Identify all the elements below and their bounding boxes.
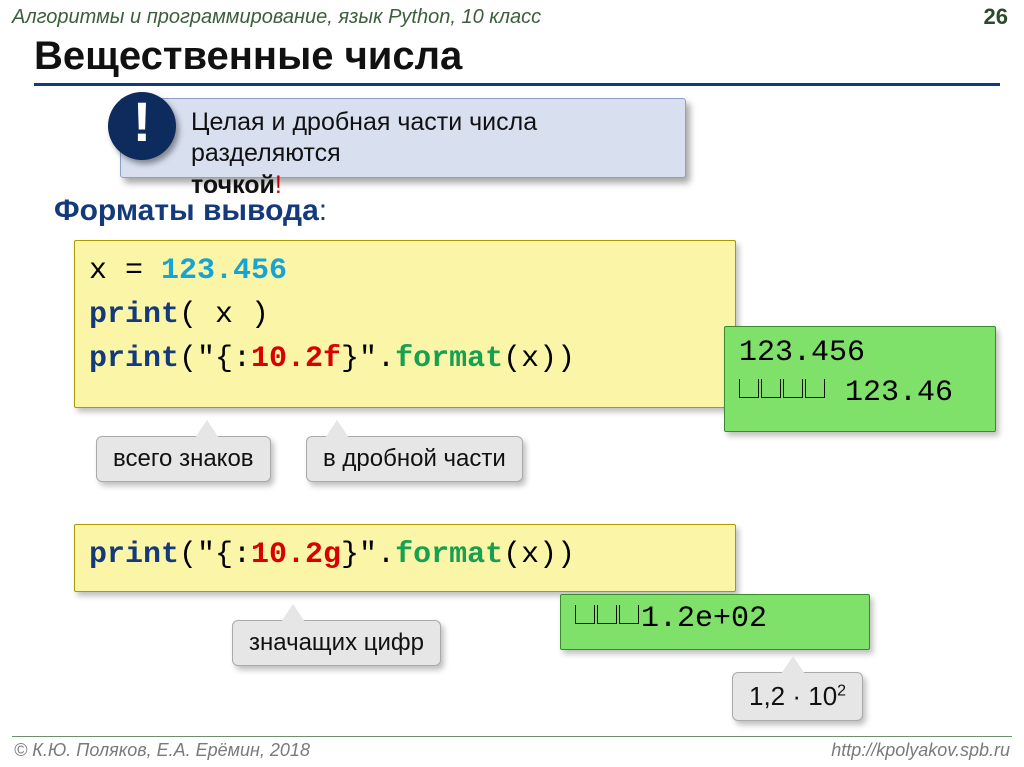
code-text: }". (341, 538, 395, 572)
page-number: 26 (984, 4, 1008, 30)
sci-exp: 2 (837, 682, 846, 699)
out-line: 1.2e+02 (641, 602, 767, 636)
code-text: (x)) (503, 342, 575, 376)
code-number: 123.456 (161, 254, 287, 288)
section-subtitle: Форматы вывода: (54, 194, 327, 228)
callout-text: Целая и дробная части числа разделяются (191, 108, 537, 167)
exclamation-icon: ! (108, 92, 176, 160)
slide: Алгоритмы и программирование, язык Pytho… (0, 0, 1024, 767)
course-header: Алгоритмы и программирование, язык Pytho… (12, 6, 541, 29)
footer-copyright: © К.Ю. Поляков, Е.А. Ерёмин, 2018 (14, 740, 310, 761)
out-line1: 123.456 (739, 336, 865, 370)
label-significant-digits: значащих цифр (232, 620, 441, 666)
code-text: ("{: (179, 538, 251, 572)
sci-base: 1,2 · 10 (749, 681, 837, 711)
label-total-chars: всего знаков (96, 436, 271, 482)
footer-url: http://kpolyakov.spb.ru (831, 740, 1010, 761)
code-text: ("{: (179, 342, 251, 376)
code-keyword: print (89, 298, 179, 332)
code-text: x = (89, 254, 161, 288)
label-scientific: 1,2 · 102 (732, 672, 863, 721)
code-block-1: x = 123.456 print( x ) print("{:10.2f}".… (74, 240, 736, 408)
code-func: format (395, 342, 503, 376)
out-spaces (575, 602, 641, 636)
code-func: format (395, 538, 503, 572)
code-text: (x)) (503, 538, 575, 572)
important-callout: Целая и дробная части числа разделяются … (120, 98, 686, 178)
code-text: }". (341, 342, 395, 376)
code-keyword: print (89, 342, 179, 376)
subtitle-text: Форматы вывода (54, 194, 319, 227)
code-format: 10.2g (251, 538, 341, 572)
footer-rule (12, 736, 1012, 737)
label-fractional: в дробной части (306, 436, 523, 482)
out-spaces (739, 376, 827, 410)
code-text: ( x ) (179, 298, 269, 332)
output-block-2: 1.2e+02 (560, 594, 870, 650)
slide-title: Вещественные числа (34, 34, 1000, 86)
output-block-1: 123.456 123.46 (724, 326, 996, 432)
code-block-2: print("{:10.2g}".format(x)) (74, 524, 736, 592)
code-keyword: print (89, 538, 179, 572)
code-format: 10.2f (251, 342, 341, 376)
out-line2: 123.46 (845, 376, 953, 410)
